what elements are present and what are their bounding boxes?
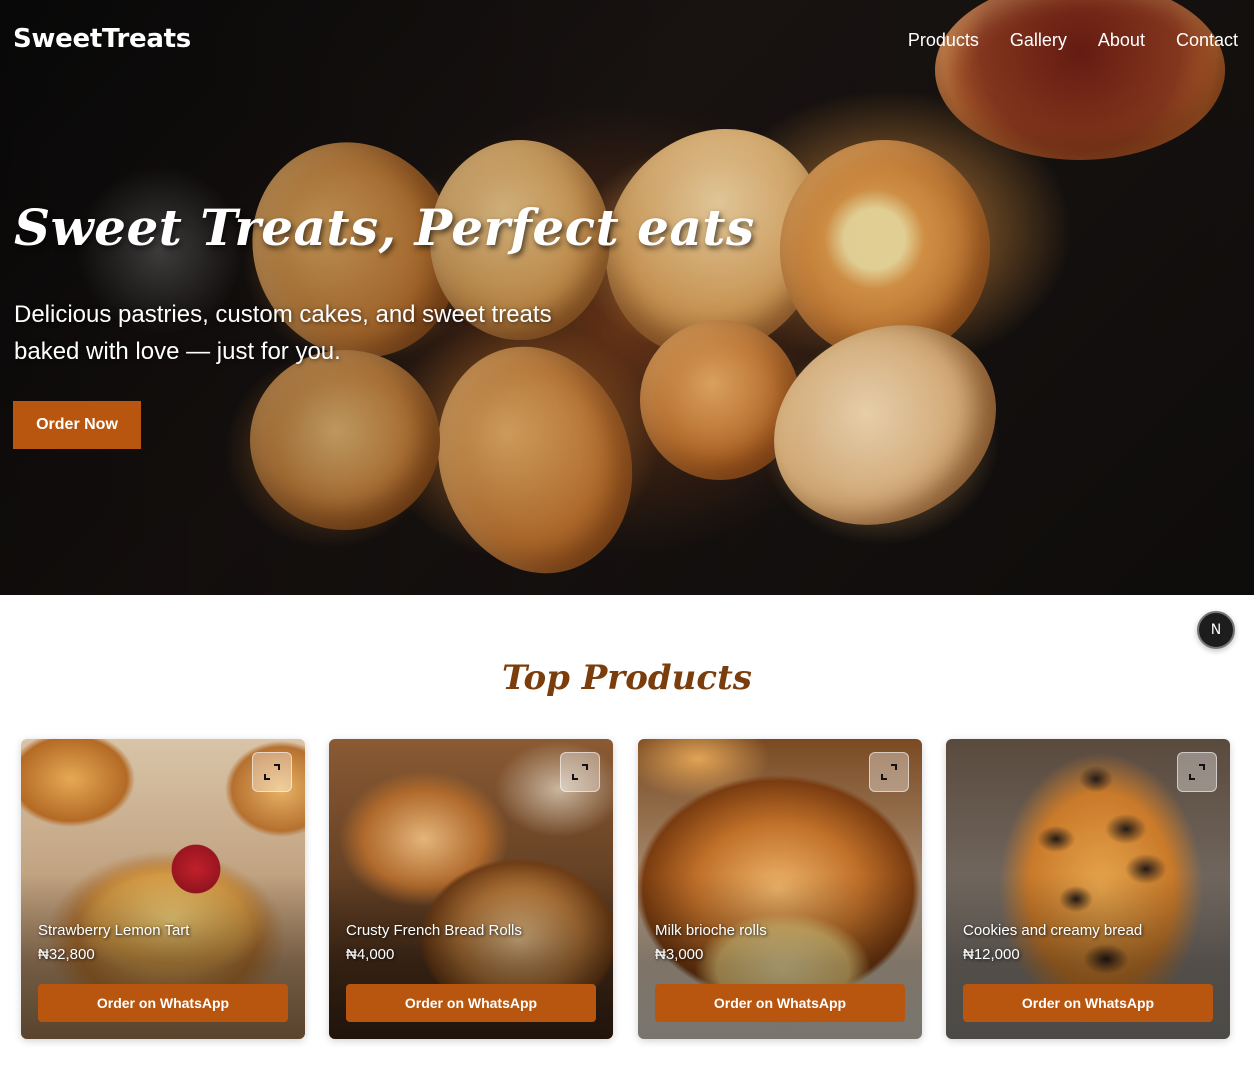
- product-price: ₦12,000: [963, 946, 1020, 963]
- order-on-whatsapp-button[interactable]: Order on WhatsApp: [346, 984, 596, 1022]
- nav-link-products[interactable]: Products: [908, 30, 979, 51]
- product-name: Cookies and creamy bread: [963, 922, 1143, 939]
- expand-icon[interactable]: [252, 752, 292, 792]
- product-name: Milk brioche rolls: [655, 922, 767, 939]
- product-name: Crusty French Bread Rolls: [346, 922, 522, 939]
- nav-link-contact[interactable]: Contact: [1176, 30, 1238, 51]
- nav-link-about[interactable]: About: [1098, 30, 1145, 51]
- product-card: Crusty French Bread Rolls ₦4,000 Order o…: [329, 739, 613, 1039]
- order-on-whatsapp-button[interactable]: Order on WhatsApp: [38, 984, 288, 1022]
- order-on-whatsapp-button[interactable]: Order on WhatsApp: [963, 984, 1213, 1022]
- product-price: ₦4,000: [346, 946, 395, 963]
- product-price: ₦3,000: [655, 946, 704, 963]
- product-grid: Strawberry Lemon Tart ₦32,800 Order on W…: [21, 739, 1230, 1039]
- hero-subtitle: Delicious pastries, custom cakes, and sw…: [14, 301, 552, 365]
- main-nav: Products Gallery About Contact: [908, 30, 1238, 51]
- expand-icon[interactable]: [869, 752, 909, 792]
- hero-title: Sweet Treats, Perfect eats: [14, 198, 755, 257]
- hero-section: SweetTreats Products Gallery About Conta…: [0, 0, 1254, 595]
- order-now-button[interactable]: Order Now: [13, 401, 141, 449]
- expand-icon[interactable]: [1177, 752, 1217, 792]
- product-card: Milk brioche rolls ₦3,000 Order on Whats…: [638, 739, 922, 1039]
- order-on-whatsapp-button[interactable]: Order on WhatsApp: [655, 984, 905, 1022]
- section-title-top-products: Top Products: [502, 658, 752, 698]
- product-price: ₦32,800: [38, 946, 95, 963]
- expand-icon[interactable]: [560, 752, 600, 792]
- product-name: Strawberry Lemon Tart: [38, 922, 190, 939]
- floating-n-button[interactable]: N: [1197, 611, 1235, 649]
- product-card: Strawberry Lemon Tart ₦32,800 Order on W…: [21, 739, 305, 1039]
- product-card: Cookies and creamy bread ₦12,000 Order o…: [946, 739, 1230, 1039]
- brand-logo[interactable]: SweetTreats: [13, 24, 191, 54]
- nav-link-gallery[interactable]: Gallery: [1010, 30, 1067, 51]
